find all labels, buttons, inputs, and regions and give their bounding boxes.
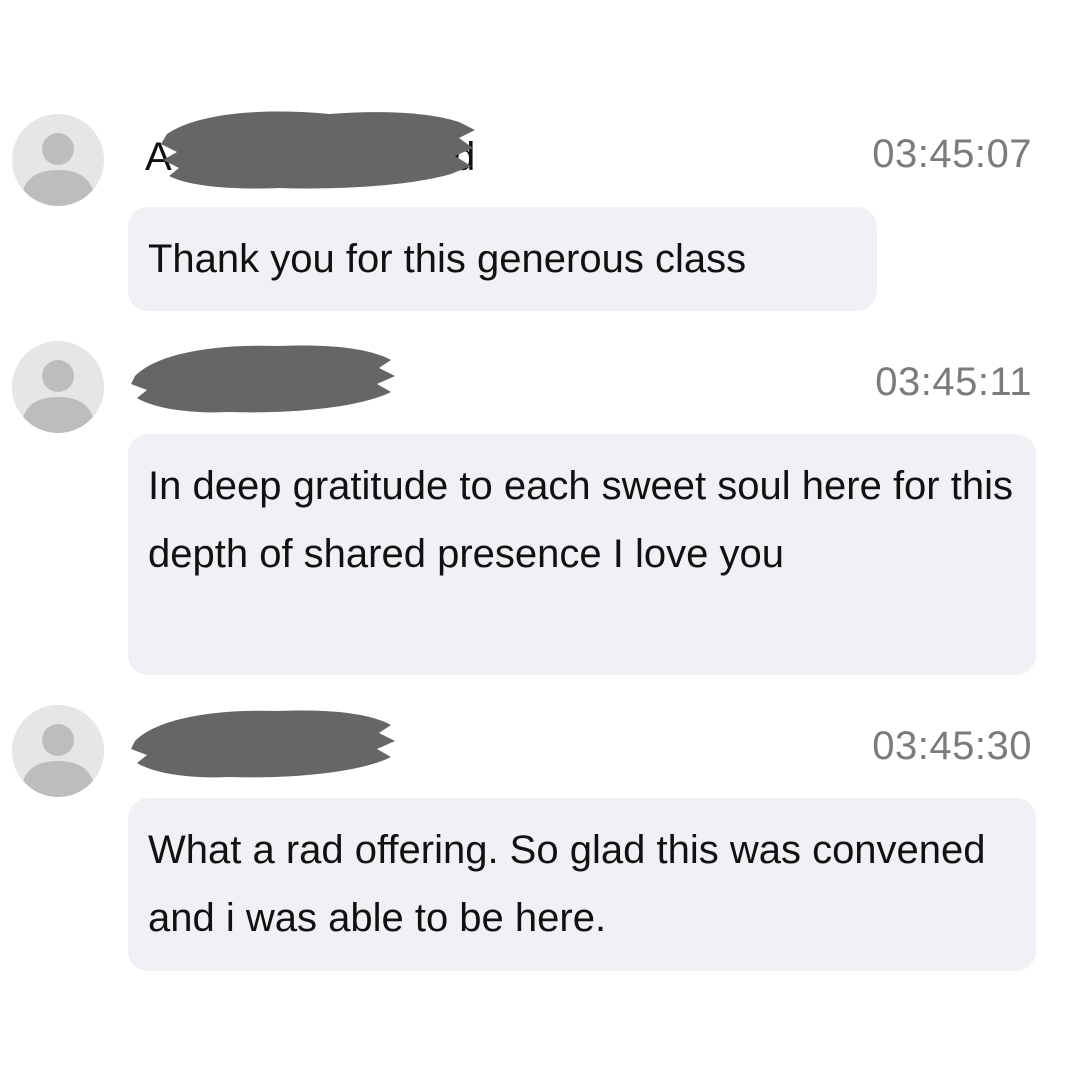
message-bubble: Thank you for this generous class	[128, 207, 877, 311]
sender-name: A d	[145, 111, 485, 192]
redaction-scribble	[131, 710, 395, 778]
message-bubble: What a rad offering. So glad this was co…	[128, 798, 1036, 971]
chat-screen: { "messages": [ { "sender_visible_start"…	[0, 0, 1080, 1080]
redaction-scribble	[131, 345, 395, 413]
sender-name	[131, 338, 415, 413]
redaction-scribble	[161, 111, 475, 189]
user-avatar-icon[interactable]	[12, 114, 104, 206]
message-timestamp: 03:45:30	[872, 724, 1032, 768]
message-bubble: In deep gratitude to each sweet soul her…	[128, 434, 1036, 675]
message-timestamp: 03:45:11	[875, 360, 1032, 404]
message-timestamp: 03:45:07	[872, 132, 1032, 176]
user-avatar-icon[interactable]	[12, 705, 104, 797]
user-avatar-icon[interactable]	[12, 341, 104, 433]
sender-name	[131, 703, 415, 778]
